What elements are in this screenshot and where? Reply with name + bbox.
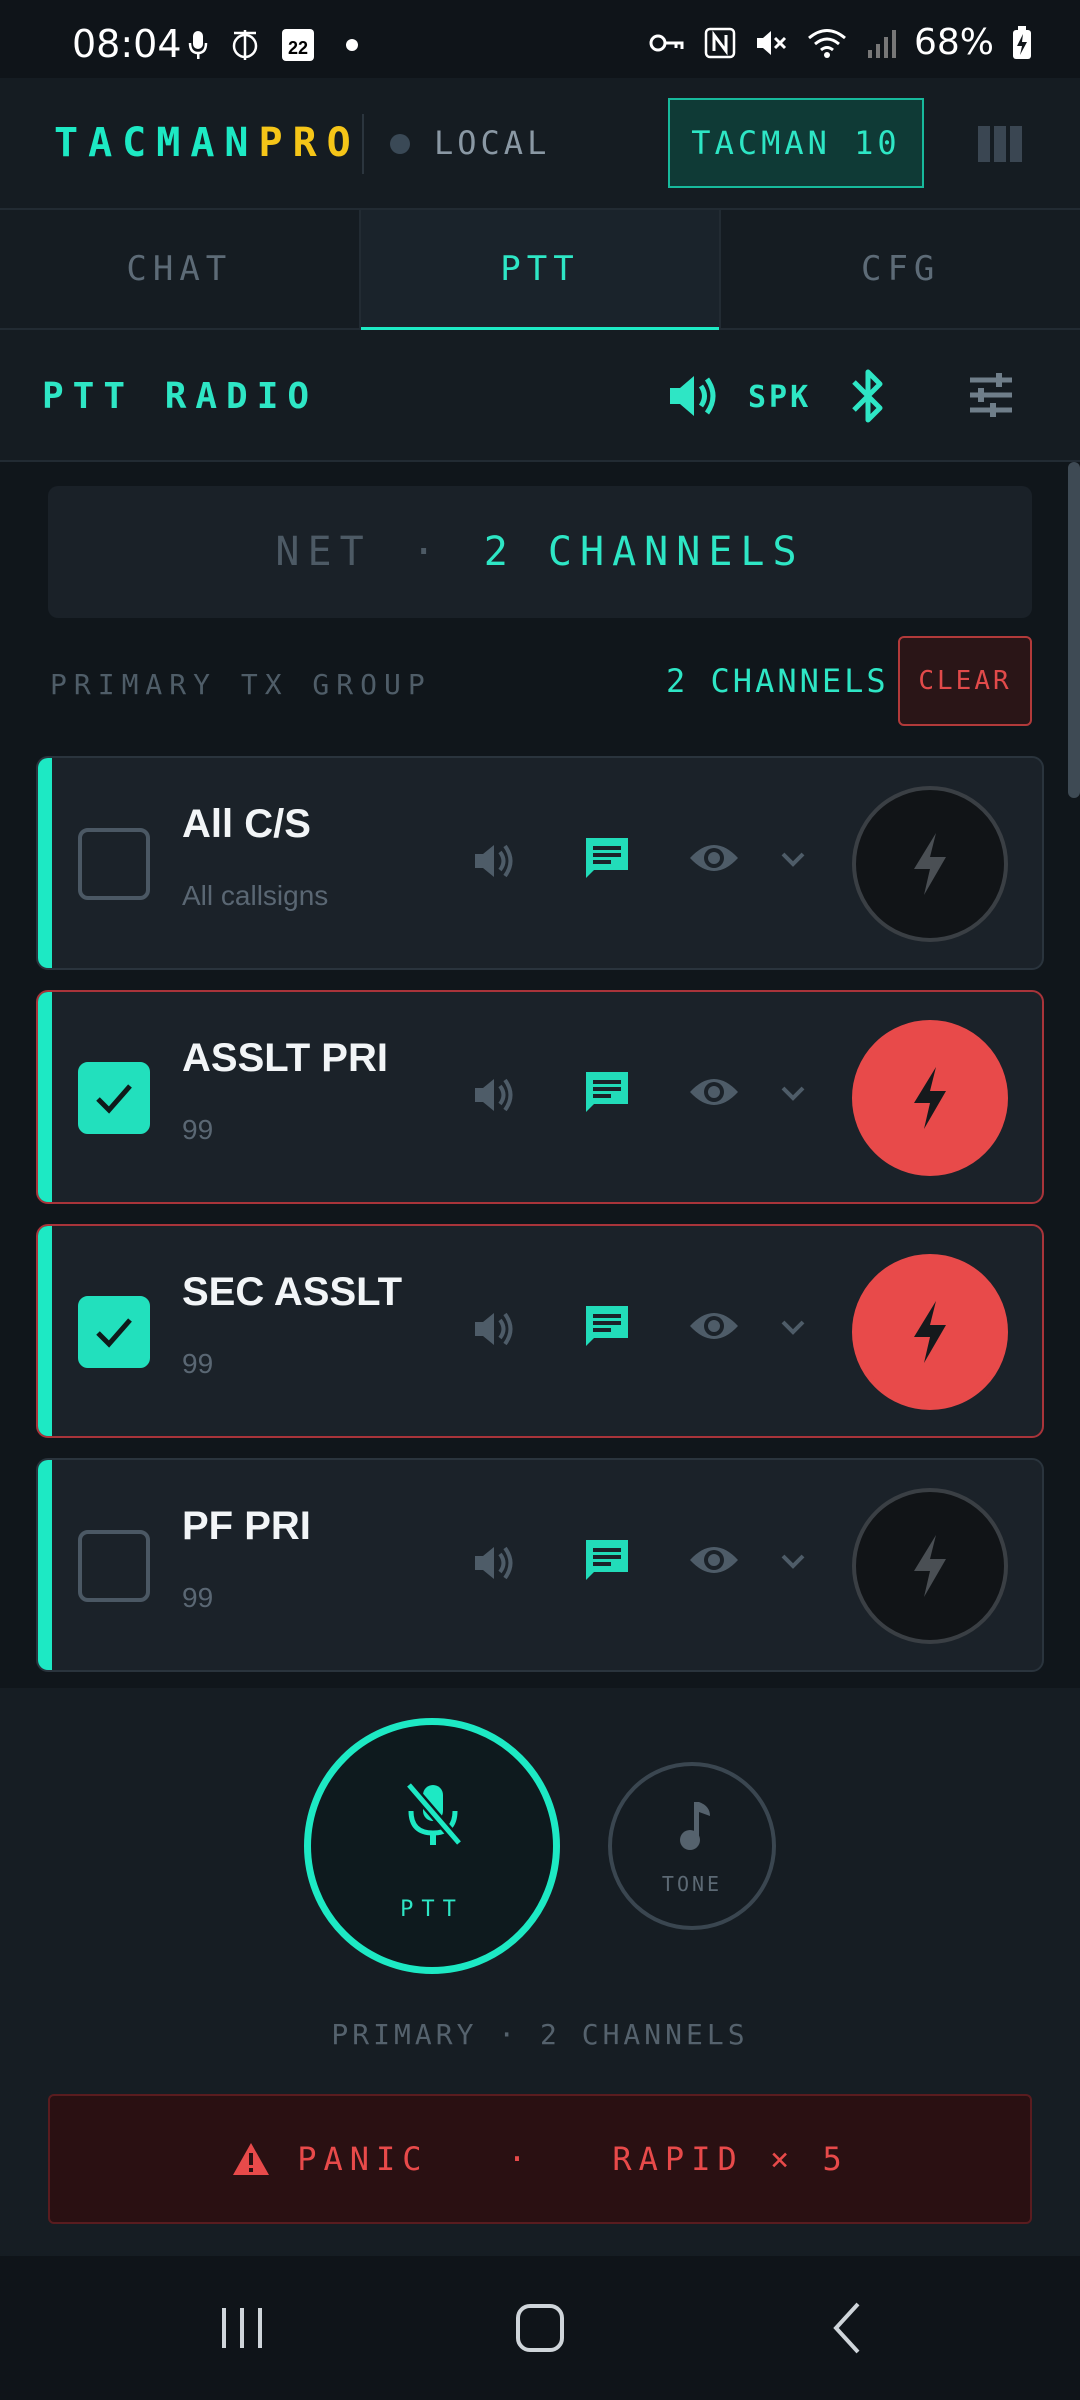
channel-checkbox[interactable] (78, 1530, 150, 1602)
check-icon (96, 1084, 132, 1114)
columns-icon[interactable] (978, 126, 1022, 162)
home-icon[interactable] (512, 2300, 568, 2356)
volume-icon[interactable] (472, 1306, 518, 1352)
transmit-bolt-button[interactable] (852, 1488, 1008, 1644)
status-right-icons: 68% (648, 22, 1032, 63)
key-icon (649, 34, 684, 51)
tab-chat[interactable]: CHAT (0, 210, 361, 328)
message-icon[interactable] (582, 834, 632, 884)
ptt-label: PTT (400, 1897, 464, 1922)
ptt-dock: PTT TONE PRIMARY · 2 CHANNELS PANIC · RA… (0, 1688, 1080, 2256)
recent-apps-icon[interactable] (218, 2300, 268, 2356)
net-summary: NET · 2 CHANNELS (48, 486, 1032, 618)
chevron-down-icon[interactable] (778, 1078, 808, 1108)
eye-icon[interactable] (688, 1072, 740, 1112)
app-header: TACMANPRO LOCAL TACMAN 10 (0, 78, 1080, 210)
panic-label: PANIC · RAPID × 5 (297, 2140, 849, 2178)
signal-icon (867, 29, 896, 58)
transmit-bolt-button[interactable] (852, 786, 1008, 942)
clear-button[interactable]: CLEAR (898, 636, 1032, 726)
channel-card-sec-asslt[interactable]: SEC ASSLT 99 (36, 1224, 1044, 1438)
check-icon (96, 1318, 132, 1348)
mic-icon (188, 31, 208, 59)
channel-accent-stripe (38, 992, 52, 1202)
brand-logo: TACMANPRO (54, 120, 361, 166)
status-left-icons: 22 (188, 28, 358, 62)
channel-name: PF PRI (182, 1504, 311, 1548)
app-notification-icon (232, 30, 258, 60)
channel-card-pf-pri[interactable]: PF PRI 99 (36, 1458, 1044, 1672)
status-bar: 08:04 22 68% (0, 0, 1080, 78)
channel-accent-stripe (38, 758, 52, 968)
tone-label: TONE (661, 1872, 723, 1896)
chevron-down-icon[interactable] (778, 1546, 808, 1576)
tx-group-count: 2 CHANNELS (666, 662, 889, 700)
channel-accent-stripe (38, 1460, 52, 1670)
battery-percent: 68% (913, 22, 994, 63)
eye-icon[interactable] (688, 1540, 740, 1580)
status-time: 08:04 (72, 22, 182, 66)
volume-icon[interactable] (472, 1072, 518, 1118)
channel-checkbox[interactable] (78, 1062, 150, 1134)
volume-icon[interactable] (472, 838, 518, 884)
connection-mode-label: LOCAL (434, 124, 551, 162)
header-divider (362, 114, 364, 174)
channel-checkbox[interactable] (78, 828, 150, 900)
tab-ptt[interactable]: PTT (360, 210, 722, 330)
channel-accent-stripe (38, 1226, 52, 1436)
bolt-icon (914, 833, 946, 895)
ptt-button[interactable]: PTT (304, 1718, 560, 1974)
channel-list-area: NET · 2 CHANNELS PRIMARY TX GROUP 2 CHAN… (0, 462, 1080, 1688)
tab-bar: CHAT PTT CFG (0, 210, 1080, 330)
warning-icon (233, 2143, 270, 2175)
channel-name: SEC ASSLT (182, 1270, 403, 1314)
mic-off-icon (405, 1781, 463, 1847)
music-note-icon (680, 1802, 710, 1850)
bolt-icon (914, 1535, 946, 1597)
channel-name: ASSLT PRI (182, 1036, 388, 1080)
node-select-button[interactable]: TACMAN 10 (668, 98, 924, 188)
connection-status-dot (390, 134, 410, 154)
section-title: PTT RADIO (42, 376, 319, 417)
message-icon[interactable] (582, 1068, 632, 1118)
tx-status-text: PRIMARY · 2 CHANNELS (331, 2018, 749, 2051)
nfc-icon (704, 27, 736, 58)
section-header: PTT RADIO SPK (0, 330, 1080, 462)
message-icon[interactable] (582, 1302, 632, 1352)
chevron-down-icon[interactable] (778, 1312, 808, 1342)
wifi-icon (808, 28, 846, 58)
message-icon[interactable] (582, 1536, 632, 1586)
channel-subtitle: 99 (182, 1348, 214, 1379)
tab-cfg[interactable]: CFG (721, 210, 1080, 328)
scrollbar[interactable] (1068, 462, 1080, 798)
tx-group-label: PRIMARY TX GROUP (50, 668, 432, 701)
system-nav-bar (0, 2256, 1080, 2400)
battery-charging-icon (1013, 25, 1031, 59)
channel-subtitle: 99 (182, 1114, 214, 1145)
dot-icon (346, 39, 358, 51)
tune-settings-icon[interactable] (966, 370, 1016, 420)
channel-name: All C/S (182, 802, 311, 846)
calendar-icon: 22 (282, 29, 314, 61)
transmit-bolt-button[interactable] (852, 1254, 1008, 1410)
chevron-down-icon[interactable] (778, 844, 808, 874)
speaker-icon[interactable] (666, 368, 722, 424)
bluetooth-icon[interactable] (846, 366, 890, 426)
bolt-icon (914, 1301, 946, 1363)
volume-icon[interactable] (472, 1540, 518, 1586)
transmit-bolt-button[interactable] (852, 1020, 1008, 1176)
channel-checkbox[interactable] (78, 1296, 150, 1368)
panic-button[interactable]: PANIC · RAPID × 5 (48, 2094, 1032, 2224)
channel-card-all-cs[interactable]: All C/S All callsigns (36, 756, 1044, 970)
mute-icon (756, 30, 787, 55)
channel-card-asslt-pri[interactable]: ASSLT PRI 99 (36, 990, 1044, 1204)
channel-subtitle: 99 (182, 1582, 214, 1613)
back-icon[interactable] (826, 2300, 866, 2356)
bolt-icon (914, 1067, 946, 1129)
speaker-label[interactable]: SPK (748, 380, 811, 415)
eye-icon[interactable] (688, 838, 740, 878)
eye-icon[interactable] (688, 1306, 740, 1346)
tone-button[interactable]: TONE (608, 1762, 776, 1930)
channel-subtitle: All callsigns (182, 880, 329, 911)
